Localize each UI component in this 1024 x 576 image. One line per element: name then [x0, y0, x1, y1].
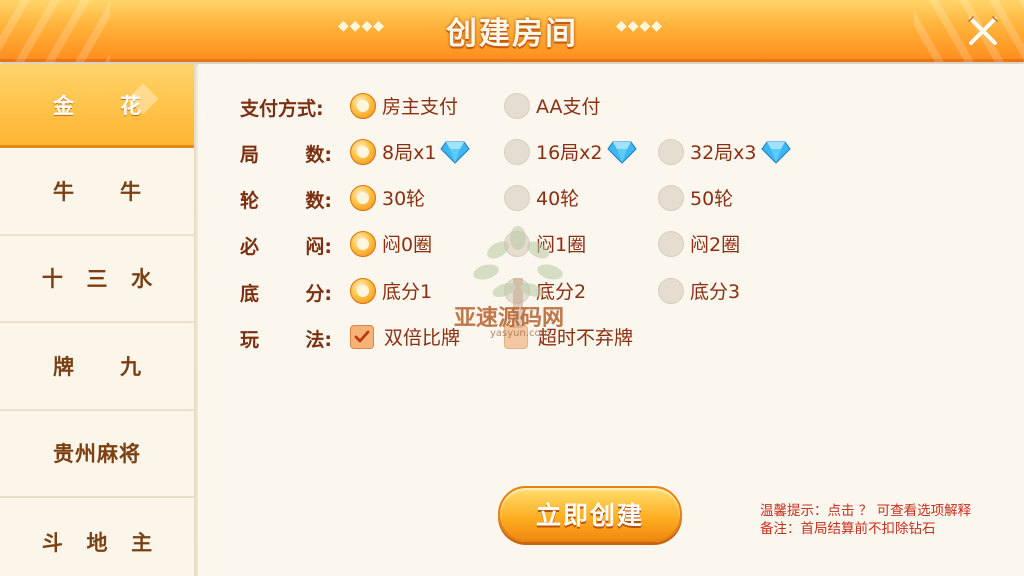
turns-option-30[interactable]: 30轮 [350, 184, 425, 211]
tip-help-text: 温馨提示：点击 ？ 可查看选项解释 [760, 503, 972, 519]
tips-block: 温馨提示：点击 ？ 可查看选项解释 备注：首局结算前不扣除钻石 [760, 502, 971, 538]
diamond-icon [760, 141, 791, 164]
rounds-option-16[interactable]: 16局x2 [504, 138, 637, 165]
payment-row: 支付方式: [240, 92, 350, 122]
must-blind-option-2[interactable]: 闷2圈 [658, 230, 740, 257]
option-label: 房主支付 [382, 96, 459, 118]
turns-row: 轮 数: [240, 184, 350, 214]
header-bar: ◆◆◆◆ 创建房间 ◆◆◆◆ [0, 0, 1024, 62]
sidebar-item-label: 牌 [53, 354, 74, 379]
sidebar-item-label: 主 [131, 530, 153, 555]
label-char: 底 [240, 282, 260, 305]
base-score-label: 底 分: [240, 279, 350, 306]
rounds-option-32[interactable]: 32局x3 [658, 138, 791, 165]
radio-selected[interactable] [350, 92, 376, 119]
option-label: 8局x1 [382, 142, 437, 164]
option-label: 底分3 [690, 281, 741, 303]
label-char: 分: [305, 282, 332, 305]
radio-selected[interactable] [350, 138, 376, 165]
diamond-icon [440, 141, 471, 164]
label-char: 闷: [305, 235, 332, 258]
sidebar-item-label: 地 [86, 530, 108, 555]
close-button[interactable] [962, 10, 1004, 52]
base-score-option-3[interactable]: 底分3 [658, 277, 740, 304]
close-icon [968, 16, 998, 45]
sidebar-item-label: 十 [41, 267, 63, 292]
must-blind-label: 必 闷: [240, 232, 350, 259]
label-char: 轮 [240, 189, 260, 212]
sidebar-item-label: 九 [120, 354, 141, 379]
radio-selected[interactable] [350, 277, 376, 304]
radio-unselected[interactable] [658, 277, 684, 304]
check-icon [354, 330, 370, 342]
radio-selected[interactable] [350, 184, 376, 211]
play-mode-label: 玩 法: [240, 325, 350, 352]
play-mode-row: 玩 法: [240, 323, 350, 353]
must-blind-option-0[interactable]: 闷0圈 [350, 230, 432, 257]
option-label: 闷0圈 [382, 234, 433, 256]
rounds-option-8[interactable]: 8局x1 [350, 138, 471, 165]
option-label: 双倍比牌 [384, 327, 461, 349]
radio-unselected[interactable] [658, 184, 684, 211]
turns-option-40[interactable]: 40轮 [504, 184, 579, 211]
rounds-row: 局 数: [240, 138, 350, 168]
option-label: 30轮 [382, 188, 426, 210]
radio-unselected[interactable] [658, 230, 684, 257]
watermark-subtext: yasyun.com [490, 328, 551, 339]
sidebar-item-paijiu[interactable]: 牌 九 [0, 323, 194, 411]
option-label: 16局x2 [536, 142, 603, 164]
base-score-option-1[interactable]: 底分1 [350, 277, 432, 304]
sidebar-item-label: 花 [120, 93, 141, 118]
label-char: 数: [305, 143, 332, 166]
payment-option-owner[interactable]: 房主支付 [350, 92, 458, 119]
sidebar-item-label: 斗 [41, 530, 63, 555]
sidebar-item-label: 牛 [120, 179, 141, 204]
option-label: 闷2圈 [690, 234, 741, 256]
sidebar-item-doudizhu[interactable]: 斗 地 主 [0, 498, 194, 576]
sidebar-item-label: 金 [53, 93, 74, 118]
create-room-button[interactable]: 立即创建 [498, 486, 682, 542]
sidebar-item-guizhou-mahjong[interactable]: 贵州麻将 [0, 411, 194, 498]
label-char: 数: [305, 189, 332, 212]
sidebar-item-label: 贵州麻将 [53, 442, 141, 467]
play-mode-option-double-compare[interactable]: 双倍比牌 [350, 323, 460, 350]
sidebar-item-shisanshui[interactable]: 十 三 水 [0, 236, 194, 323]
sidebar-item-label: 水 [131, 267, 153, 292]
diamond-icon [606, 141, 637, 164]
radio-unselected[interactable] [504, 92, 530, 119]
payment-label: 支付方式: [240, 97, 324, 120]
turns-label: 轮 数: [240, 186, 350, 213]
sidebar-item-jinhua[interactable]: 金 花 [0, 64, 194, 148]
label-char: 法: [305, 328, 332, 351]
title-ornament-right: ◆◆◆◆ [616, 18, 664, 34]
label-char: 必 [240, 235, 260, 258]
option-label: 32局x3 [690, 142, 757, 164]
game-type-sidebar: 金 花 牛 牛 十 三 水 牌 九 贵州麻将 斗 地 主 [0, 64, 196, 576]
base-score-row: 底 分: [240, 277, 350, 307]
option-label: 40轮 [536, 188, 580, 210]
turns-option-50[interactable]: 50轮 [658, 184, 733, 211]
radio-selected[interactable] [350, 230, 376, 257]
sidebar-item-label: 三 [86, 267, 108, 292]
rounds-label: 局 数: [240, 140, 350, 167]
checkbox-checked[interactable] [350, 324, 374, 349]
sidebar-item-label: 牛 [53, 179, 74, 204]
payment-option-aa[interactable]: AA支付 [504, 92, 601, 119]
radio-unselected[interactable] [658, 138, 684, 165]
must-blind-row: 必 闷: [240, 230, 350, 260]
label-char: 玩 [240, 328, 260, 351]
option-label: AA支付 [536, 96, 601, 118]
create-room-screen: ◆◆◆◆ 创建房间 ◆◆◆◆ 金 花 牛 牛 十 三 水 牌 九 贵州麻将 斗 … [0, 0, 1024, 576]
page-title: 创建房间 [446, 16, 578, 52]
radio-unselected[interactable] [504, 184, 530, 211]
radio-unselected[interactable] [504, 138, 530, 165]
tip-note-text: 备注：首局结算前不扣除钻石 [760, 521, 936, 537]
label-char: 局 [240, 143, 260, 166]
option-label: 底分1 [382, 281, 433, 303]
sidebar-item-niuniu[interactable]: 牛 牛 [0, 148, 194, 236]
option-label: 50轮 [690, 188, 734, 210]
